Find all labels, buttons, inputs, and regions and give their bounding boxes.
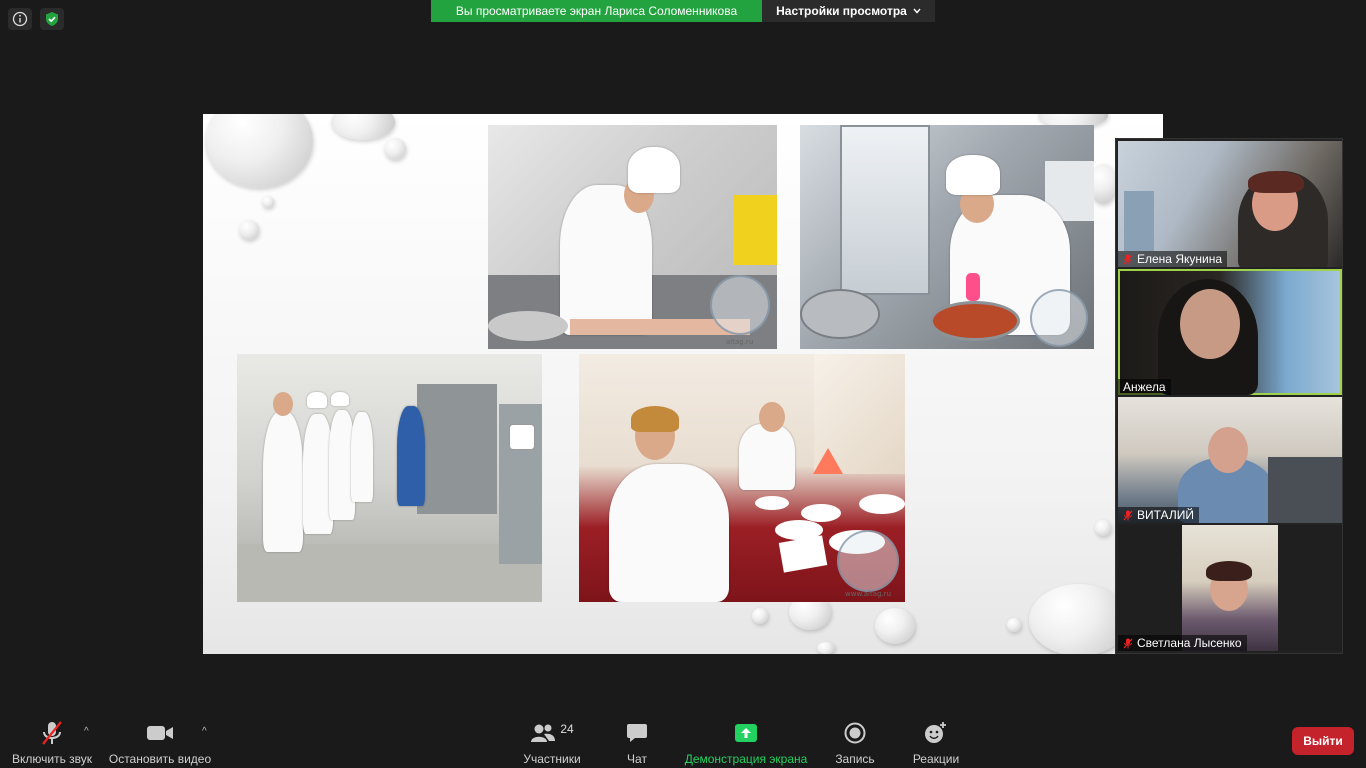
photo-jury-table: www.altag.ru <box>579 354 905 602</box>
view-options-label: Настройки просмотра <box>776 4 907 18</box>
share-screen-label: Демонстрация экрана <box>684 752 808 766</box>
unmute-button[interactable]: Включить звук <box>10 720 94 766</box>
participants-icon <box>531 724 556 742</box>
participants-label: Участники <box>523 752 581 766</box>
chat-bubble-icon <box>627 724 647 742</box>
water-drop <box>817 642 835 654</box>
muted-mic-icon <box>1123 638 1133 648</box>
reaction-smiley-icon <box>925 722 946 743</box>
unmute-label: Включить звук <box>11 752 93 766</box>
audio-options-caret-icon[interactable]: ^ <box>84 726 89 737</box>
chat-label: Чат <box>627 752 647 766</box>
view-options-button[interactable]: Настройки просмотра <box>762 0 935 22</box>
water-drop <box>331 114 395 140</box>
chat-button[interactable]: Чат <box>622 720 652 766</box>
reactions-label: Реакции <box>912 752 960 766</box>
water-drop <box>875 608 915 644</box>
video-camera-icon <box>147 726 173 740</box>
water-drop <box>205 114 313 188</box>
photo-watermark: altag.ru <box>726 338 754 346</box>
leave-meeting-button[interactable]: Выйти <box>1292 727 1354 755</box>
video-tile[interactable]: ВИТАЛИЙ <box>1118 397 1342 523</box>
participant-name: ВИТАЛИЙ <box>1137 508 1194 522</box>
participant-name: Анжела <box>1123 380 1166 394</box>
water-drop <box>1095 520 1111 536</box>
reactions-button[interactable]: Реакции <box>912 720 960 766</box>
info-icon <box>12 11 28 27</box>
water-drop <box>1029 584 1129 654</box>
water-drop <box>384 138 406 160</box>
water-drop <box>239 220 259 240</box>
video-tile[interactable]: Елена Якунина <box>1118 141 1342 267</box>
share-screen-icon <box>735 724 757 742</box>
record-icon <box>844 722 866 744</box>
shared-screen: altag.ru www.altag.ru <box>203 114 1163 654</box>
chevron-down-icon <box>913 8 921 14</box>
water-drop <box>262 196 274 208</box>
participant-name-tag: ВИТАЛИЙ <box>1118 507 1199 523</box>
participants-count: 24 <box>560 722 574 736</box>
security-button[interactable] <box>40 8 64 30</box>
water-drop <box>752 608 768 624</box>
record-button[interactable]: Запись <box>835 720 875 766</box>
watermark-seal <box>1030 289 1088 347</box>
photo-watermark: www.altag.ru <box>845 590 892 598</box>
watermark-seal <box>710 275 770 335</box>
water-drop <box>1007 618 1021 632</box>
video-options-caret-icon[interactable]: ^ <box>202 726 207 737</box>
meeting-info-button[interactable] <box>8 8 32 30</box>
watermark-seal <box>837 530 899 592</box>
photo-cook-preparing: altag.ru <box>488 125 777 349</box>
stop-video-button[interactable]: Остановить видео <box>108 720 212 766</box>
participants-button[interactable]: 24 Участники <box>522 720 582 766</box>
screen-share-banner: Вы просматриваете экран Лариса Соломенни… <box>431 0 935 22</box>
video-tile-active-speaker[interactable]: Анжела <box>1118 269 1342 395</box>
share-status-text: Вы просматриваете экран Лариса Соломенни… <box>431 0 762 22</box>
participant-name-tag: Анжела <box>1118 379 1171 395</box>
photo-cook-stove <box>800 125 1094 349</box>
muted-microphone-icon <box>42 721 62 745</box>
participants-video-panel: Елена Якунина Анжела ВИТАЛИЙ Светлана Лы… <box>1115 138 1343 654</box>
share-screen-button[interactable]: Демонстрация экрана <box>684 720 808 766</box>
stop-video-label: Остановить видео <box>108 752 212 766</box>
muted-mic-icon <box>1123 254 1133 264</box>
meeting-toolbar: Включить звук ^ Остановить видео ^ 24 Уч… <box>0 714 1366 768</box>
photo-group-kitchen <box>237 354 542 602</box>
participant-name: Светлана Лысенко <box>1137 636 1242 650</box>
participant-name-tag: Светлана Лысенко <box>1118 635 1247 651</box>
video-tile[interactable]: Светлана Лысенко <box>1118 525 1342 651</box>
participant-name: Елена Якунина <box>1137 252 1222 266</box>
shield-icon <box>46 12 58 26</box>
record-label: Запись <box>835 752 875 766</box>
muted-mic-icon <box>1123 510 1133 520</box>
participant-name-tag: Елена Якунина <box>1118 251 1227 267</box>
